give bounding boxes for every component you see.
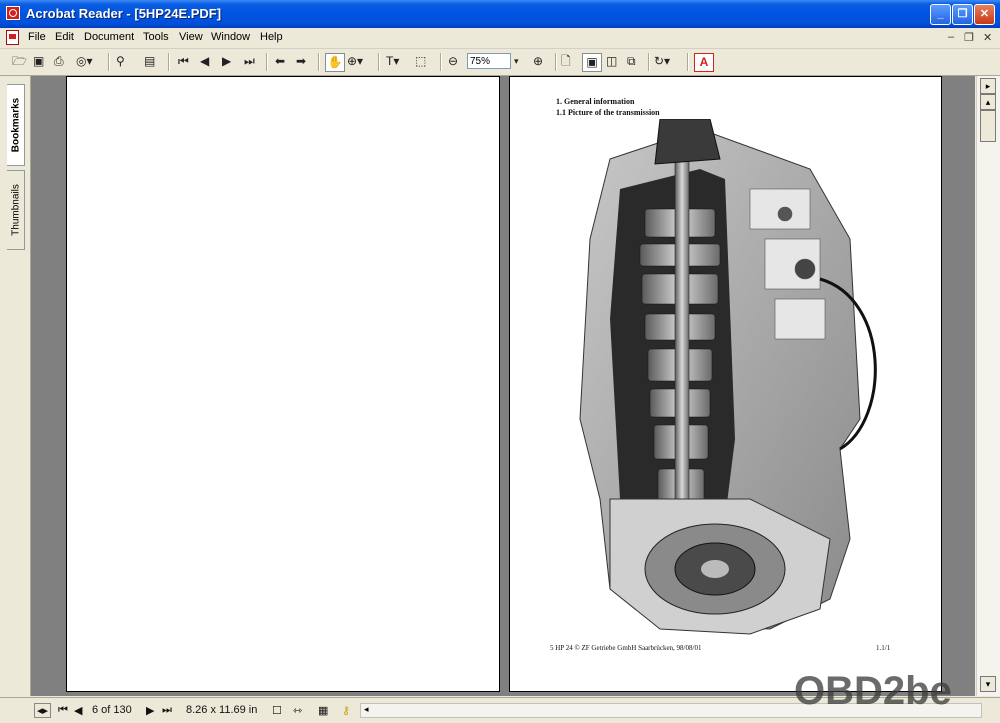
actual-size-icon[interactable]: 🗋 bbox=[561, 53, 571, 70]
single-page-icon[interactable]: ☐ bbox=[272, 704, 282, 717]
text-select-tool-icon[interactable]: T▾ bbox=[386, 53, 399, 70]
open-icon[interactable]: 🗁 bbox=[12, 53, 27, 70]
email-icon[interactable]: ◎▾ bbox=[76, 53, 93, 70]
navigation-pane-tabs: Bookmarks Thumbnails bbox=[0, 76, 31, 696]
rotate-view-icon[interactable]: ↻▾ bbox=[654, 53, 670, 70]
last-page-status-icon[interactable]: ⏭ bbox=[162, 704, 172, 717]
adobe-logo-icon[interactable]: A bbox=[694, 53, 714, 72]
fit-width-icon[interactable]: ◫ bbox=[606, 53, 617, 70]
zoom-level-input[interactable]: 75% bbox=[467, 53, 511, 69]
tab-bookmarks[interactable]: Bookmarks bbox=[7, 84, 25, 166]
page-footer-number: 1.1/1 bbox=[876, 644, 891, 652]
section-heading: 1. General information bbox=[556, 97, 635, 106]
page-footer-copyright: 5 HP 24 © ZF Getriebe GmbH Saarbrücken, … bbox=[550, 644, 702, 652]
print-icon[interactable]: ⎙ bbox=[54, 53, 64, 70]
search-icon[interactable]: ⚲ bbox=[116, 53, 125, 70]
next-page-icon[interactable]: ▶ bbox=[222, 53, 231, 70]
page-layout-icon[interactable]: ◂▸ bbox=[34, 703, 52, 718]
document-icon[interactable] bbox=[6, 30, 19, 45]
zoom-dropdown-icon[interactable]: ▾ bbox=[514, 53, 519, 70]
minimize-button[interactable]: _ bbox=[930, 4, 951, 25]
split-pane-icon[interactable]: ▸ bbox=[980, 78, 996, 94]
scroll-thumb[interactable] bbox=[980, 110, 996, 142]
svg-text:OBD2be: OBD2be bbox=[794, 669, 952, 713]
hand-tool-icon[interactable]: ✋ bbox=[325, 53, 345, 72]
fit-in-window-icon[interactable]: ▣ bbox=[582, 53, 602, 72]
first-page-icon[interactable]: ⏮ bbox=[178, 53, 189, 70]
close-button[interactable]: ✕ bbox=[974, 4, 995, 25]
menu-bar: File Edit Document Tools View Window Hel… bbox=[0, 28, 1000, 49]
window-title: Acrobat Reader - [5HP24E.PDF] bbox=[26, 6, 222, 21]
acrobat-app-icon[interactable] bbox=[6, 6, 20, 20]
menu-window[interactable]: Window bbox=[211, 31, 250, 43]
go-forward-icon[interactable]: ➡ bbox=[296, 53, 306, 70]
go-back-icon[interactable]: ⬅ bbox=[275, 53, 285, 70]
next-page-status-icon[interactable]: ▶ bbox=[146, 704, 154, 717]
menu-document[interactable]: Document bbox=[84, 31, 134, 43]
previous-page-icon[interactable]: ◀ bbox=[200, 53, 209, 70]
subsection-heading: 1.1 Picture of the transmission bbox=[556, 108, 660, 117]
first-page-status-icon[interactable]: ⏮ bbox=[58, 704, 68, 717]
doc-restore-icon[interactable]: ❐ bbox=[964, 31, 974, 44]
title-bar: Acrobat Reader - [5HP24E.PDF] _ ❐ ✕ bbox=[0, 0, 1000, 28]
vertical-scrollbar[interactable]: ▸ ▴ ▾ bbox=[976, 76, 1000, 696]
security-key-icon[interactable]: ⚷ bbox=[342, 704, 350, 717]
save-icon[interactable]: ▣ bbox=[33, 53, 44, 70]
last-page-icon[interactable]: ⏭ bbox=[244, 53, 255, 70]
toolbar: 🗁 ▣ ⎙ ◎▾ ⚲ ▤ ⏮ ◀ ▶ ⏭ ⬅ ➡ ✋ ⊕▾ T▾ ⬚ ⊖ 75%… bbox=[0, 49, 1000, 76]
previous-page-status-icon[interactable]: ◀ bbox=[74, 704, 82, 717]
page-right: 1. General information 1.1 Picture of th… bbox=[509, 76, 942, 692]
transmission-cutaway-image bbox=[579, 119, 877, 635]
graphics-select-tool-icon[interactable]: ⬚ bbox=[415, 53, 426, 70]
menu-tools[interactable]: Tools bbox=[143, 31, 169, 43]
maximize-button[interactable]: ❐ bbox=[952, 4, 973, 25]
menu-edit[interactable]: Edit bbox=[55, 31, 74, 43]
zoom-out-icon[interactable]: ⊖ bbox=[448, 53, 458, 70]
document-viewer[interactable]: 1. General information 1.1 Picture of th… bbox=[31, 76, 975, 696]
page-indicator[interactable]: 6 of 130 bbox=[92, 704, 132, 716]
doc-minimize-icon[interactable]: – bbox=[948, 31, 954, 43]
continuous-icon[interactable]: ⇿ bbox=[293, 704, 302, 717]
menu-help[interactable]: Help bbox=[260, 31, 283, 43]
scroll-up-icon[interactable]: ▴ bbox=[980, 94, 996, 110]
obd2be-watermark: OBD2be bbox=[794, 669, 952, 713]
doc-close-icon[interactable]: ✕ bbox=[983, 31, 992, 44]
zoom-in-tool-icon[interactable]: ⊕▾ bbox=[347, 53, 363, 70]
zoom-in-icon[interactable]: ⊕ bbox=[533, 53, 543, 70]
tab-thumbnails[interactable]: Thumbnails bbox=[7, 170, 25, 250]
menu-file[interactable]: File bbox=[28, 31, 46, 43]
page-size: 8.26 x 11.69 in bbox=[186, 704, 258, 716]
fit-visible-icon[interactable]: ⧉ bbox=[627, 53, 636, 70]
show-navigation-pane-icon[interactable]: ▤ bbox=[144, 53, 155, 70]
scroll-left-icon[interactable]: ◂ bbox=[364, 704, 369, 715]
menu-view[interactable]: View bbox=[179, 31, 203, 43]
facing-pages-icon[interactable]: ▦ bbox=[318, 704, 328, 717]
page-left-blank bbox=[66, 76, 500, 692]
